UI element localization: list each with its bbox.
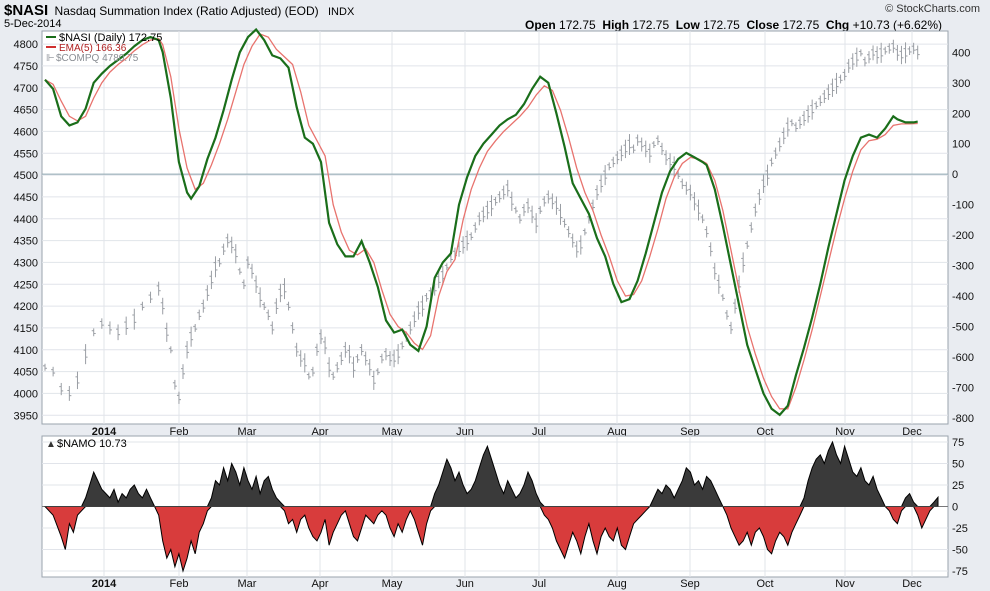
namo-month-label: Sep (680, 578, 700, 590)
namo-tick-label: -75 (952, 566, 968, 578)
left-tick-label: 4750 (14, 61, 38, 73)
right-tick-label: 200 (952, 108, 970, 120)
left-axis-ticks: 4800 4750 4700 4650 4600 4550 4500 4450 4400 4350… (14, 39, 38, 422)
left-tick-label: 4350 (14, 236, 38, 248)
namo-axis-ticks: 75 50 25 0 -25 -50 -75 (952, 437, 968, 578)
left-tick-label: 3950 (14, 410, 38, 422)
left-tick-label: 4600 (14, 126, 38, 138)
right-tick-label: 0 (952, 169, 958, 181)
namo-month-label: 2014 (92, 578, 117, 590)
left-tick-label: 4150 (14, 323, 38, 335)
chart-canvas: 4800 4750 4700 4650 4600 4550 4500 4450 4400 4350… (14, 27, 974, 590)
namo-month-label: Jun (456, 578, 474, 590)
legend-compq: $COMPQ 4780.75 (56, 53, 139, 64)
left-tick-label: 4700 (14, 83, 38, 95)
namo-month-label: Apr (311, 578, 328, 590)
namo-tick-label: 0 (952, 502, 958, 514)
right-axis-ticks: 400 300 200 100 0 -100 -200 -300 -400 -500 -600 -70… (952, 47, 974, 425)
namo-tick-label: 50 (952, 459, 964, 471)
main-panel-background (41, 30, 949, 425)
namo-tick-label: 25 (952, 480, 964, 492)
right-tick-label: -400 (952, 291, 974, 303)
namo-month-label: May (382, 578, 403, 590)
right-tick-label: -300 (952, 261, 974, 273)
namo-month-label: Jul (532, 578, 546, 590)
namo-month-label: Oct (756, 578, 773, 590)
left-tick-label: 4300 (14, 257, 38, 269)
namo-month-label: Feb (170, 578, 189, 590)
right-tick-label: -700 (952, 382, 974, 394)
namo-month-label: Mar (238, 578, 257, 590)
right-tick-label: -100 (952, 200, 974, 212)
namo-month-label: Aug (607, 578, 627, 590)
left-tick-label: 4000 (14, 388, 38, 400)
right-tick-label: -500 (952, 322, 974, 334)
right-tick-label: 300 (952, 78, 970, 90)
left-tick-label: 4550 (14, 148, 38, 160)
right-tick-label: -200 (952, 230, 974, 242)
right-tick-label: 100 (952, 139, 970, 151)
left-tick-label: 4100 (14, 345, 38, 357)
namo-month-label: Dec (902, 578, 922, 590)
right-tick-label: 400 (952, 47, 970, 59)
left-tick-label: 4500 (14, 170, 38, 182)
namo-tick-label: -50 (952, 544, 968, 556)
left-tick-label: 4400 (14, 214, 38, 226)
left-tick-label: 4200 (14, 301, 38, 313)
legend-compq-icon: ⊩ (46, 53, 55, 64)
left-tick-label: 4800 (14, 39, 38, 51)
namo-legend-icon: ▲ (46, 439, 56, 450)
namo-month-label: Nov (835, 578, 855, 590)
right-tick-label: -800 (952, 413, 974, 425)
left-tick-label: 4450 (14, 192, 38, 204)
namo-x-axis-labels: 2014 Feb Mar Apr May Jun Jul Aug Sep Oct Nov Dec (92, 578, 923, 590)
namo-tick-label: -25 (952, 523, 968, 535)
left-tick-label: 4650 (14, 105, 38, 117)
left-tick-label: 4250 (14, 279, 38, 291)
left-tick-label: 4050 (14, 367, 38, 379)
right-tick-label: -600 (952, 352, 974, 364)
namo-tick-label: 75 (952, 437, 964, 449)
namo-legend: $NAMO 10.73 (57, 438, 127, 450)
